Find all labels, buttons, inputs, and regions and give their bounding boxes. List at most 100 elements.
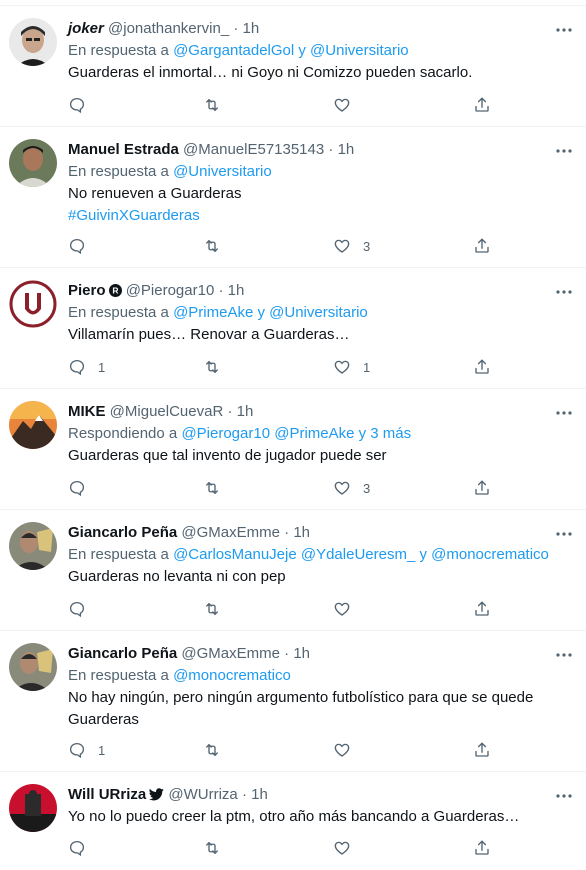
- heart-icon: [333, 479, 351, 497]
- retweet-button[interactable]: [203, 357, 221, 377]
- reply-prefix: En respuesta a: [68, 667, 169, 684]
- tweet-actions: 1: [68, 740, 508, 760]
- retweet-button[interactable]: [203, 236, 221, 256]
- handle[interactable]: @Pierogar10: [126, 282, 215, 299]
- avatar[interactable]: [9, 401, 57, 449]
- separator: ·: [233, 20, 239, 37]
- display-name[interactable]: Giancarlo Peña: [68, 645, 177, 662]
- more-options-icon[interactable]: [554, 786, 574, 806]
- handle[interactable]: @WUrriza: [168, 786, 237, 803]
- reply-count: 1: [98, 359, 106, 375]
- share-button[interactable]: [473, 95, 491, 115]
- share-icon: [473, 839, 491, 857]
- display-name[interactable]: Giancarlo Peña: [68, 524, 177, 541]
- retweet-button[interactable]: [203, 478, 221, 498]
- reply-button[interactable]: 1: [68, 740, 105, 760]
- more-options-icon[interactable]: [554, 20, 574, 40]
- handle[interactable]: @GMaxEmme: [181, 524, 280, 541]
- reply-icon: [68, 479, 86, 497]
- reply-mentions[interactable]: @PrimeAke y @Universitario: [173, 304, 368, 321]
- avatar[interactable]: [9, 643, 57, 691]
- timestamp[interactable]: 1h: [293, 645, 310, 662]
- avatar[interactable]: [9, 139, 57, 187]
- more-options-icon[interactable]: [554, 141, 574, 161]
- tweet[interactable]: Giancarlo Peña @GMaxEmme · 1h En respuest…: [0, 630, 586, 772]
- hashtag-link[interactable]: #GuivinXGuarderas: [68, 206, 200, 226]
- avatar[interactable]: [9, 18, 57, 66]
- handle[interactable]: @jonathankervin_: [108, 20, 229, 37]
- tweet[interactable]: Will URriza @WUrriza · 1h Yo no lo puedo …: [0, 771, 586, 870]
- timestamp[interactable]: 1h: [293, 524, 310, 541]
- like-button[interactable]: [333, 599, 351, 619]
- heart-icon: [333, 96, 351, 114]
- avatar[interactable]: [9, 522, 57, 570]
- like-button[interactable]: [333, 95, 351, 115]
- share-icon: [473, 600, 491, 618]
- tweet[interactable]: Giancarlo Peña @GMaxEmme · 1h En respuest…: [0, 509, 586, 631]
- separator: ·: [284, 645, 290, 662]
- reply-mentions[interactable]: @monocrematico: [173, 667, 291, 684]
- reply-context: En respuesta a @monocrematico: [68, 666, 291, 686]
- heart-icon: [333, 358, 351, 376]
- tweet[interactable]: MIKE @MiguelCuevaR · 1h Respondiendo a @P…: [0, 388, 586, 510]
- retweet-icon: [203, 237, 221, 255]
- tweet-actions: 3: [68, 478, 508, 498]
- tweet[interactable]: Manuel Estrada @ManuelE57135143 · 1h En r…: [0, 126, 586, 268]
- more-options-icon[interactable]: [554, 524, 574, 544]
- reply-icon: [68, 237, 86, 255]
- like-button[interactable]: [333, 740, 351, 760]
- display-name[interactable]: Will URriza: [68, 786, 146, 803]
- retweet-button[interactable]: [203, 599, 221, 619]
- share-button[interactable]: [473, 357, 491, 377]
- timestamp[interactable]: 1h: [251, 786, 268, 803]
- more-options-icon[interactable]: [554, 282, 574, 302]
- more-options-icon[interactable]: [554, 645, 574, 665]
- share-button[interactable]: [473, 236, 491, 256]
- retweet-button[interactable]: [203, 740, 221, 760]
- reply-mentions[interactable]: @Universitario: [173, 163, 272, 180]
- reply-button[interactable]: [68, 599, 86, 619]
- timestamp[interactable]: 1h: [237, 403, 254, 420]
- reply-button[interactable]: [68, 236, 86, 256]
- share-button[interactable]: [473, 740, 491, 760]
- reply-count: 1: [98, 742, 106, 758]
- reply-context: Respondiendo a @Pierogar10 @PrimeAke y 3…: [68, 424, 411, 444]
- like-button[interactable]: 3: [333, 236, 370, 256]
- retweet-button[interactable]: [203, 95, 221, 115]
- reply-context: En respuesta a @CarlosManuJeje @YdaleUer…: [68, 545, 549, 565]
- reply-mentions[interactable]: @CarlosManuJeje @YdaleUeresm_ y @monocre…: [173, 546, 549, 563]
- reply-mentions[interactable]: @GargantadelGol y @Universitario: [173, 42, 409, 59]
- share-button[interactable]: [473, 478, 491, 498]
- share-button[interactable]: [473, 599, 491, 619]
- share-icon: [473, 96, 491, 114]
- retweet-button[interactable]: [203, 838, 221, 858]
- tweet-header: Giancarlo Peña @GMaxEmme · 1h: [68, 523, 310, 543]
- avatar[interactable]: [9, 784, 57, 832]
- like-button[interactable]: [333, 838, 351, 858]
- reply-button[interactable]: [68, 838, 86, 858]
- display-name[interactable]: Piero: [68, 282, 106, 299]
- handle[interactable]: @ManuelE57135143: [183, 141, 324, 158]
- reply-button[interactable]: [68, 478, 86, 498]
- reply-button[interactable]: 1: [68, 357, 105, 377]
- timestamp[interactable]: 1h: [243, 20, 260, 37]
- tweet[interactable]: joker @jonathankervin_ · 1h En respuesta …: [0, 5, 586, 127]
- share-button[interactable]: [473, 838, 491, 858]
- timestamp[interactable]: 1h: [338, 141, 355, 158]
- display-name[interactable]: Manuel Estrada: [68, 141, 179, 158]
- avatar[interactable]: [9, 280, 57, 328]
- display-name[interactable]: MIKE: [68, 403, 106, 420]
- handle[interactable]: @GMaxEmme: [181, 645, 280, 662]
- tweet-text: Guarderas que tal invento de jugador pue…: [68, 447, 387, 464]
- reply-button[interactable]: [68, 95, 86, 115]
- reply-mentions[interactable]: @Pierogar10 @PrimeAke y 3 más: [181, 425, 411, 442]
- timestamp[interactable]: 1h: [228, 282, 245, 299]
- more-options-icon[interactable]: [554, 403, 574, 423]
- display-name[interactable]: joker: [68, 20, 104, 37]
- like-button[interactable]: 1: [333, 357, 370, 377]
- separator: ·: [218, 282, 224, 299]
- handle[interactable]: @MiguelCuevaR: [110, 403, 224, 420]
- tweet[interactable]: Piero R @Pierogar10 · 1h En respuesta a @P…: [0, 267, 586, 389]
- reply-prefix: En respuesta a: [68, 163, 169, 180]
- like-button[interactable]: 3: [333, 478, 370, 498]
